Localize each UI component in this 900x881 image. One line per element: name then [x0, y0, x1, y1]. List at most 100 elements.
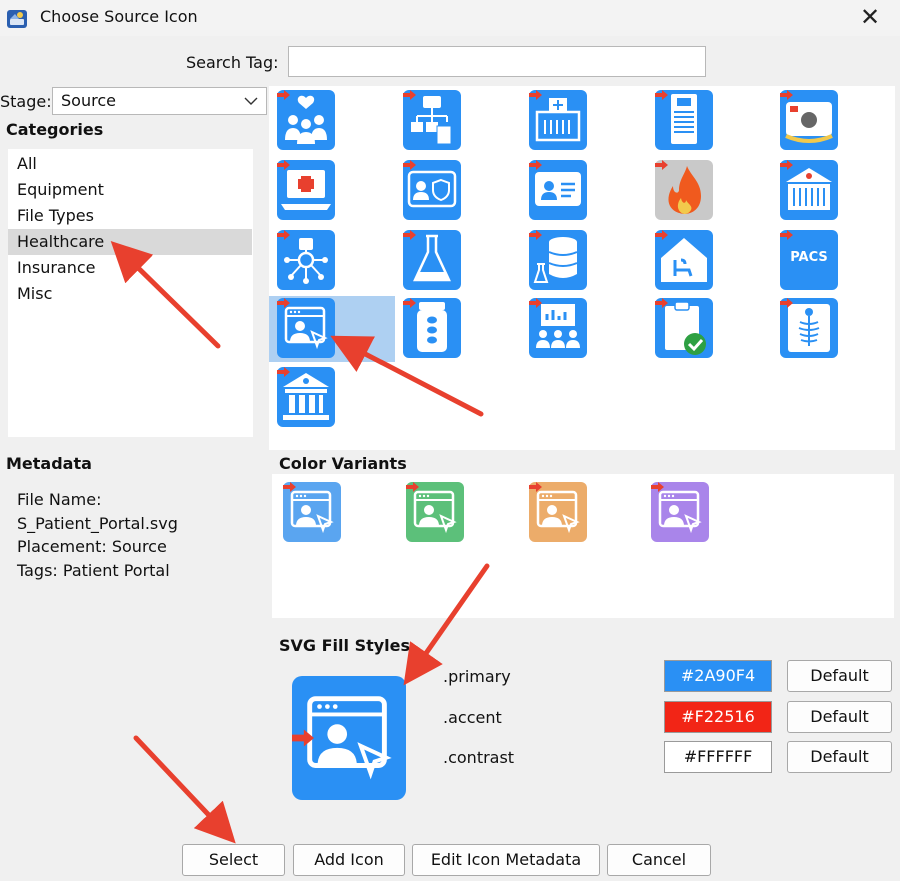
- color-variant-patient-portal-icon[interactable]: [651, 482, 713, 544]
- icon-tile: PACS: [780, 230, 838, 290]
- category-item-healthcare[interactable]: Healthcare: [8, 229, 252, 255]
- chevron-down-icon: [244, 97, 258, 105]
- fire-icon[interactable]: [655, 160, 717, 222]
- accent-arrow-icon: [655, 298, 668, 308]
- categories-title: Categories: [6, 120, 104, 139]
- metadata-line: Placement: Source: [17, 537, 167, 556]
- default-button[interactable]: Default: [787, 700, 892, 733]
- category-item-equipment[interactable]: Equipment: [8, 177, 252, 203]
- accent-arrow-icon: [780, 90, 793, 100]
- accent-arrow-icon: [403, 230, 416, 240]
- color-swatch-contrast[interactable]: #FFFFFF: [664, 741, 772, 773]
- icon-tile: [277, 90, 335, 150]
- stage-label: Stage:: [0, 92, 52, 111]
- accent-arrow-icon: [403, 160, 416, 170]
- icon-tile: [655, 90, 713, 150]
- fill-style-label: .accent: [443, 707, 502, 727]
- medical-device-tower-icon[interactable]: [655, 90, 717, 152]
- pill-bottle-icon[interactable]: [403, 298, 465, 360]
- color-swatch-primary[interactable]: #2A90F4: [664, 660, 772, 692]
- metadata-line: Tags: Patient Portal: [17, 560, 170, 580]
- category-item-misc[interactable]: Misc: [8, 281, 252, 307]
- accent-arrow-icon: [780, 230, 793, 240]
- stage-selected-value: Source: [61, 91, 116, 110]
- patient-portal-icon[interactable]: [277, 298, 339, 360]
- app-icon: [7, 10, 27, 28]
- accent-arrow-icon: [655, 90, 668, 100]
- color-variants-title: Color Variants: [279, 454, 407, 473]
- accent-arrow-icon: [529, 482, 542, 492]
- title-bar: Choose Source Icon ✕: [0, 0, 900, 36]
- accent-arrow-icon: [277, 298, 290, 308]
- icon-tile: [780, 298, 838, 358]
- home-care-icon[interactable]: [655, 230, 717, 292]
- contact-card-icon[interactable]: [529, 160, 591, 222]
- icon-tile: [655, 298, 713, 358]
- pacs-icon[interactable]: PACS: [780, 230, 842, 292]
- category-item-insurance[interactable]: Insurance: [8, 255, 252, 281]
- accent-arrow-icon: [529, 230, 542, 240]
- icon-tile: [655, 230, 713, 290]
- accent-arrow-icon: [529, 298, 542, 308]
- hospital-facade-icon[interactable]: [780, 160, 842, 222]
- medical-network-icon[interactable]: [277, 230, 339, 292]
- pacs-label: PACS: [790, 250, 828, 265]
- color-variant-patient-portal-icon[interactable]: [283, 482, 345, 544]
- accent-arrow-icon: [780, 298, 793, 308]
- medical-scanner-icon[interactable]: [780, 90, 842, 152]
- accent-arrow-icon: [780, 160, 793, 170]
- lab-flask-icon[interactable]: [403, 230, 465, 292]
- presentation-group-icon[interactable]: [529, 298, 591, 360]
- accent-arrow-icon: [403, 90, 416, 100]
- icon-tile: [529, 230, 587, 290]
- category-item-all[interactable]: All: [8, 151, 252, 177]
- icon-tile: [277, 298, 335, 358]
- clipboard-check-icon[interactable]: [655, 298, 717, 360]
- accent-arrow-icon: [655, 160, 668, 170]
- icon-tile: [780, 160, 838, 220]
- icon-tile: [403, 160, 461, 220]
- institution-icon[interactable]: [277, 367, 339, 429]
- icon-tile: [403, 230, 461, 290]
- icon-tile: [529, 298, 587, 358]
- search-tag-input[interactable]: [288, 46, 706, 77]
- search-tag-label: Search Tag:: [186, 53, 279, 72]
- color-variant-patient-portal-icon[interactable]: [406, 482, 468, 544]
- lab-database-icon[interactable]: [529, 230, 591, 292]
- icon-tile: [529, 90, 587, 150]
- category-item-file-types[interactable]: File Types: [8, 203, 252, 229]
- window-title: Choose Source Icon: [40, 7, 198, 26]
- care-community-icon[interactable]: [277, 90, 339, 152]
- default-button[interactable]: Default: [787, 741, 892, 773]
- hospital-org-chart-icon[interactable]: [403, 90, 465, 152]
- color-swatch-accent[interactable]: #F22516: [664, 700, 772, 733]
- laptop-medical-icon[interactable]: [277, 160, 339, 222]
- xray-icon[interactable]: [780, 298, 842, 360]
- metadata-title: Metadata: [6, 454, 92, 473]
- close-icon[interactable]: ✕: [852, 2, 888, 34]
- accent-arrow-icon: [529, 160, 542, 170]
- accent-arrow-icon: [277, 367, 290, 377]
- cancel-button[interactable]: Cancel: [607, 844, 711, 876]
- accent-arrow-icon: [403, 298, 416, 308]
- select-button[interactable]: Select: [182, 844, 285, 876]
- edit-icon-metadata-button[interactable]: Edit Icon Metadata: [412, 844, 600, 876]
- accent-arrow-icon: [277, 230, 290, 240]
- default-button[interactable]: Default: [787, 660, 892, 692]
- id-card-shield-icon[interactable]: [403, 160, 465, 222]
- icon-tile: [655, 160, 713, 220]
- svg-fill-styles-title: SVG Fill Styles: [279, 636, 411, 655]
- accent-arrow-icon: [655, 230, 668, 240]
- metadata-line: File Name:: [17, 490, 102, 509]
- icon-tile: [403, 298, 461, 358]
- add-icon-button[interactable]: Add Icon: [293, 844, 405, 876]
- color-variant-patient-portal-icon[interactable]: [529, 482, 591, 544]
- accent-arrow-icon: [529, 90, 542, 100]
- icon-tile: [277, 367, 335, 427]
- hospital-building-icon[interactable]: [529, 90, 591, 152]
- accent-arrow-icon: [651, 482, 664, 492]
- accent-arrow-icon: [277, 160, 290, 170]
- icon-tile: [277, 160, 335, 220]
- stage-select[interactable]: Source: [52, 87, 267, 115]
- accent-arrow-icon: [283, 482, 296, 492]
